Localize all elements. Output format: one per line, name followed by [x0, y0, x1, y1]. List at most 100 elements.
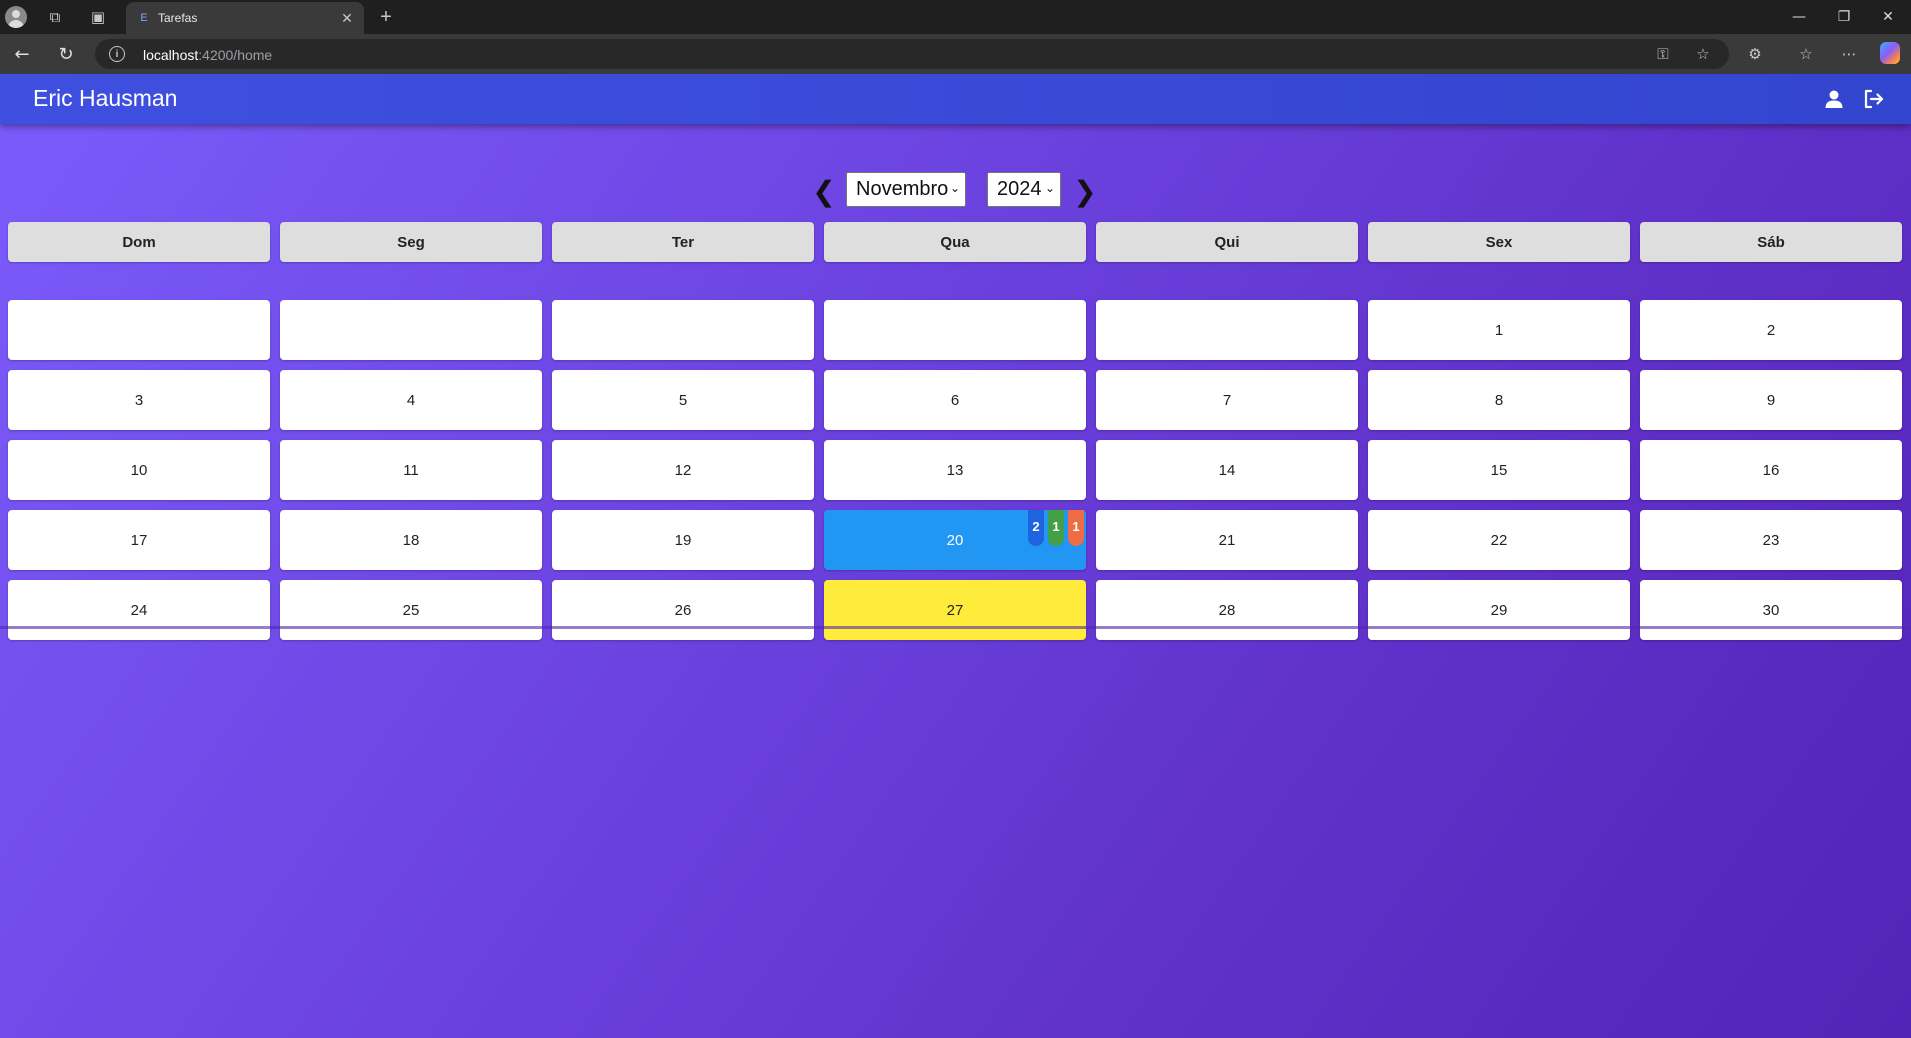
restore-icon[interactable]: ❐ [1829, 4, 1859, 30]
empty-day-cell [8, 300, 270, 360]
day-number: 6 [950, 391, 960, 409]
year-select[interactable]: 2024 ⌄ [987, 172, 1061, 207]
day-cell[interactable]: 30 [1640, 580, 1902, 640]
favorite-star-icon[interactable]: ☆ [1693, 44, 1713, 64]
chevron-down-icon: ⌄ [1044, 181, 1055, 195]
day-cell[interactable]: 16 [1640, 440, 1902, 500]
tab-close-icon[interactable]: ✕ [338, 9, 356, 27]
day-cell[interactable]: 10 [8, 440, 270, 500]
collections-icon[interactable]: ⧉ [43, 5, 67, 29]
day-number: 12 [674, 461, 692, 479]
day-number: 1 [1494, 321, 1504, 339]
empty-day-cell [280, 300, 542, 360]
day-cell[interactable]: 17 [8, 510, 270, 570]
profile-icon[interactable] [4, 5, 28, 29]
day-number: 7 [1222, 391, 1232, 409]
profile-button[interactable] [1820, 85, 1848, 113]
weekday-header: Sáb [1640, 222, 1902, 262]
day-cell[interactable]: 9 [1640, 370, 1902, 430]
day-number: 17 [130, 531, 148, 549]
day-number: 18 [402, 531, 420, 549]
day-number: 25 [402, 601, 420, 619]
reload-icon[interactable]: ↻ [52, 41, 80, 67]
day-number: 24 [130, 601, 148, 619]
tab-favicon-icon: E [140, 12, 148, 24]
day-number: 16 [1762, 461, 1780, 479]
day-number: 2 [1766, 321, 1776, 339]
day-cell[interactable]: 11 [280, 440, 542, 500]
day-cell[interactable]: 4 [280, 370, 542, 430]
tab-title: Tarefas [158, 11, 198, 25]
day-cell[interactable]: 5 [552, 370, 814, 430]
day-number: 3 [134, 391, 144, 409]
back-icon[interactable]: ← [8, 41, 36, 67]
new-tab-icon[interactable]: + [374, 5, 398, 29]
day-cell[interactable]: 28 [1096, 580, 1358, 640]
task-count-badge[interactable]: 1 [1048, 510, 1064, 546]
day-number: 19 [674, 531, 692, 549]
day-number: 11 [403, 461, 419, 479]
day-number: 9 [1766, 391, 1776, 409]
extensions-icon[interactable]: ⚙ [1745, 44, 1765, 64]
weekday-header: Sex [1368, 222, 1630, 262]
day-number: 10 [130, 461, 148, 479]
logout-icon [1864, 89, 1884, 109]
day-number: 30 [1762, 601, 1780, 619]
day-cell[interactable]: 3 [8, 370, 270, 430]
app-viewport: Eric Hausman ❮ Novembro ⌄ 2024 ⌄ ❯ Dom Se… [0, 74, 1911, 1038]
tab-actions-icon[interactable]: ▣ [86, 5, 110, 29]
day-cell[interactable]: 26 [552, 580, 814, 640]
day-cell[interactable]: 8 [1368, 370, 1630, 430]
day-cell[interactable]: 24 [8, 580, 270, 640]
task-badges: 211 [1028, 510, 1084, 546]
day-cell[interactable]: 7 [1096, 370, 1358, 430]
day-cell[interactable]: 12 [552, 440, 814, 500]
browser-tab-bar: ⧉ ▣ E Tarefas ✕ + — ❐ ✕ [0, 0, 1911, 34]
site-info-icon[interactable]: i [109, 46, 125, 62]
day-cell[interactable]: 2 [1640, 300, 1902, 360]
browser-tab[interactable]: E Tarefas ✕ [126, 2, 364, 34]
app-header: Eric Hausman [0, 74, 1911, 124]
minimize-icon[interactable]: — [1784, 4, 1814, 30]
day-cell[interactable]: 19 [552, 510, 814, 570]
next-month-button[interactable]: ❯ [1073, 175, 1096, 208]
month-navigation: ❮ Novembro ⌄ 2024 ⌄ ❯ [0, 172, 1911, 212]
url-input[interactable]: i localhost:4200/home ⚿ ☆ [95, 39, 1729, 69]
weekday-header: Seg [280, 222, 542, 262]
day-cell[interactable]: 23 [1640, 510, 1902, 570]
user-name: Eric Hausman [33, 85, 178, 111]
day-cell[interactable]: 15 [1368, 440, 1630, 500]
previous-month-button[interactable]: ❮ [812, 175, 835, 208]
day-cell[interactable]: 13 [824, 440, 1086, 500]
day-number: 28 [1218, 601, 1236, 619]
day-number: 29 [1490, 601, 1508, 619]
day-cell-today[interactable]: 27 [824, 580, 1086, 640]
task-count-badge[interactable]: 2 [1028, 510, 1044, 546]
chevron-down-icon: ⌄ [949, 181, 960, 195]
day-cell[interactable]: 14 [1096, 440, 1358, 500]
favorites-icon[interactable]: ☆ [1796, 44, 1816, 64]
day-cell[interactable]: 1 [1368, 300, 1630, 360]
day-number: 27 [946, 601, 964, 619]
day-number: 15 [1490, 461, 1508, 479]
person-icon [1825, 90, 1843, 108]
copilot-icon[interactable] [1880, 42, 1900, 64]
close-window-icon[interactable]: ✕ [1873, 4, 1903, 30]
day-cell[interactable]: 29 [1368, 580, 1630, 640]
day-cell[interactable]: 25 [280, 580, 542, 640]
logout-button[interactable] [1859, 85, 1887, 113]
day-cell[interactable]: 21 [1096, 510, 1358, 570]
day-number: 21 [1218, 531, 1236, 549]
weekday-header: Ter [552, 222, 814, 262]
more-menu-icon[interactable]: ⋯ [1839, 44, 1859, 64]
day-cell[interactable]: 6 [824, 370, 1086, 430]
url-host: localhost [143, 47, 199, 63]
password-key-icon[interactable]: ⚿ [1653, 44, 1673, 64]
day-cell-selected[interactable]: 20 2 1 1 [824, 510, 1086, 570]
task-count-badge[interactable]: 1 [1068, 510, 1084, 546]
empty-day-cell [552, 300, 814, 360]
day-cell[interactable]: 18 [280, 510, 542, 570]
weekday-header: Qua [824, 222, 1086, 262]
day-cell[interactable]: 22 [1368, 510, 1630, 570]
month-select[interactable]: Novembro ⌄ [846, 172, 966, 207]
